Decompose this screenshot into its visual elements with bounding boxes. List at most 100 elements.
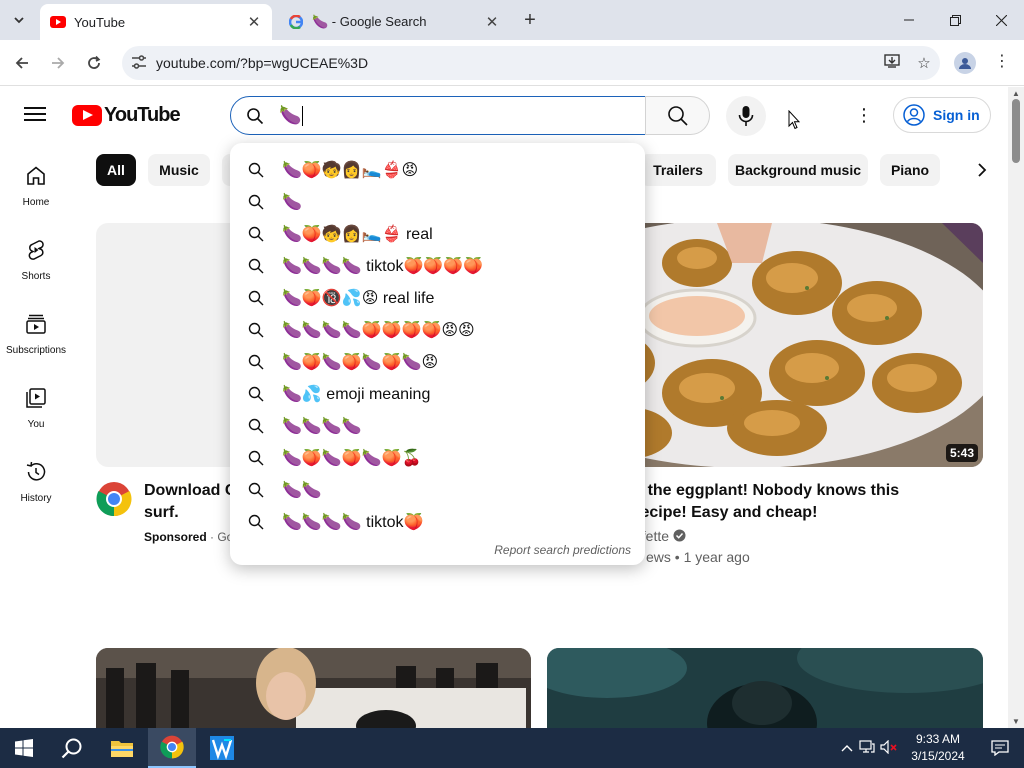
arrow-left-icon — [15, 57, 28, 69]
new-tab-button[interactable]: + — [518, 9, 542, 33]
suggestion-item[interactable]: 🍆 — [230, 186, 645, 218]
reload-icon — [88, 55, 101, 69]
search-query-text: 🍆 — [279, 105, 302, 125]
suggestion-item[interactable]: 🍆💦 emoji meaning — [230, 378, 645, 410]
scroll-down-icon[interactable]: ▼ — [1012, 717, 1020, 726]
arrow-right-icon — [52, 57, 65, 69]
settings-more-button[interactable]: ⋮ — [854, 104, 874, 128]
event-photo-image — [96, 648, 531, 728]
close-icon — [995, 14, 1007, 26]
video-metadata: ews • 1 year ago — [646, 549, 750, 565]
suggestion-text: 🍆🍑🧒👩🛌👙😡 — [282, 162, 419, 179]
suggestion-item[interactable]: 🍆🍑🍆🍑🍆🍑🍆😡 — [230, 346, 645, 378]
close-window-button[interactable] — [978, 0, 1024, 40]
chip-music[interactable]: Music — [148, 154, 210, 186]
suggestion-item[interactable]: 🍆🍆🍆🍆 tiktok🍑🍑🍑🍑 — [230, 250, 645, 282]
search-icon — [248, 514, 282, 530]
restore-button[interactable] — [932, 0, 978, 40]
video-thumbnail[interactable] — [96, 648, 531, 728]
suggestion-list: 🍆🍑🧒👩🛌👙😡 🍆 🍆🍑🧒👩🛌👙 real 🍆🍆🍆🍆 tiktok🍑🍑🍑🍑 🍆🍑🔞💦😡 … — [230, 154, 645, 538]
site-info-icon[interactable] — [122, 54, 156, 72]
browser-menu-button[interactable]: ⋮ — [994, 51, 1010, 75]
suggestion-text: 🍆 — [282, 194, 302, 211]
video-thumbnail[interactable] — [547, 648, 983, 728]
network-icon[interactable] — [856, 739, 878, 757]
tab-search-menu-button[interactable] — [6, 7, 32, 33]
profile-avatar-icon[interactable] — [954, 52, 976, 74]
suggestion-item[interactable]: 🍆🍆 — [230, 474, 645, 506]
minimize-button[interactable] — [886, 0, 932, 40]
suggestion-item[interactable]: 🍆🍑🧒👩🛌👙😡 — [230, 154, 645, 186]
guide-item-you[interactable]: You — [0, 372, 72, 442]
address-bar[interactable]: youtube.com/?bp=wgUCEAE%3D ☆ — [122, 46, 940, 80]
search-icon — [248, 226, 282, 242]
report-search-predictions-link[interactable]: Report search predictions — [494, 543, 631, 557]
chevron-down-icon — [14, 17, 24, 24]
close-tab-icon[interactable]: ✕ — [484, 13, 500, 31]
back-button[interactable] — [8, 49, 36, 77]
youtube-logo[interactable]: YouTube — [72, 104, 181, 127]
show-hidden-icons-chevron-icon[interactable] — [838, 741, 856, 755]
suggestion-item[interactable]: 🍆🍆🍆🍆🍑🍑🍑🍑😡😡 — [230, 314, 645, 346]
text-caret — [302, 105, 304, 126]
browser-toolbar: youtube.com/?bp=wgUCEAE%3D ☆ ⋮ — [0, 40, 1024, 86]
page-scrollbar[interactable]: ▲ ▼ — [1008, 87, 1024, 728]
chip-all[interactable]: All — [96, 154, 136, 186]
app-taskbar-button[interactable] — [198, 728, 246, 768]
search-suggestions-dropdown: 🍆🍑🧒👩🛌👙😡 🍆 🍆🍑🧒👩🛌👙 real 🍆🍆🍆🍆 tiktok🍑🍑🍑🍑 🍆🍑🔞💦😡 … — [230, 143, 645, 565]
suggestion-item[interactable]: 🍆🍆🍆🍆 tiktok🍑 — [230, 506, 645, 538]
guide-item-shorts[interactable]: Shorts — [0, 224, 72, 294]
sign-in-button[interactable]: Sign in — [893, 97, 991, 133]
search-input[interactable]: 🍆 — [230, 96, 646, 135]
forward-button[interactable] — [44, 49, 72, 77]
chip-piano[interactable]: Piano — [880, 154, 940, 186]
suggestion-item[interactable]: 🍆🍑🧒👩🛌👙 real — [230, 218, 645, 250]
suggestion-item[interactable]: 🍆🍑🔞💦😡 real life — [230, 282, 645, 314]
install-app-icon[interactable] — [876, 53, 908, 73]
url-text: youtube.com/?bp=wgUCEAE%3D — [156, 55, 369, 71]
subscriptions-icon — [26, 314, 46, 334]
suggestion-item[interactable]: 🍆🍑🍆🍑🍆🍑🍒 — [230, 442, 645, 474]
chip-background-music[interactable]: Background music — [728, 154, 868, 186]
youtube-favicon-icon — [50, 14, 66, 30]
animated-scene-image — [547, 648, 983, 728]
chip-next-button[interactable] — [966, 154, 998, 186]
voice-search-button[interactable] — [726, 96, 766, 136]
reload-button[interactable] — [80, 49, 108, 77]
google-favicon-icon — [288, 14, 304, 30]
taskbar-clock[interactable]: 9:33 AM 3/15/2024 — [898, 731, 978, 765]
clock-time: 9:33 AM — [915, 732, 961, 746]
tab-google-search[interactable]: 🍆 - Google Search ✕ — [278, 4, 510, 40]
search-button[interactable] — [645, 96, 710, 135]
ad-sponsored-line: Sponsored · Go — [144, 530, 233, 544]
browser-tab-strip: YouTube ✕ 🍆 - Google Search ✕ + — [0, 0, 1024, 40]
search-icon — [667, 105, 688, 126]
guide-label: History — [20, 493, 52, 504]
taskbar-search-button[interactable] — [48, 728, 96, 768]
scroll-up-icon[interactable]: ▲ — [1012, 89, 1020, 98]
search-icon — [248, 162, 282, 178]
sign-in-label: Sign in — [933, 107, 980, 123]
guide-item-home[interactable]: Home — [0, 150, 72, 220]
restore-icon — [949, 14, 961, 26]
search-icon — [248, 194, 282, 210]
action-center-button[interactable] — [976, 728, 1024, 768]
suggestion-text: 🍆🍑🔞💦😡 real life — [282, 290, 435, 307]
tab-youtube[interactable]: YouTube ✕ — [40, 4, 272, 40]
guide-label: You — [27, 419, 45, 430]
hamburger-menu-icon[interactable] — [24, 104, 46, 126]
guide-item-subscriptions[interactable]: Subscriptions — [0, 298, 72, 368]
bookmark-star-icon[interactable]: ☆ — [908, 54, 940, 72]
volume-muted-icon[interactable] — [878, 739, 900, 757]
youtube-play-icon — [72, 105, 102, 126]
suggestion-item[interactable]: 🍆🍆🍆🍆 — [230, 410, 645, 442]
close-tab-icon[interactable]: ✕ — [246, 13, 262, 31]
search-icon — [61, 738, 82, 759]
start-button[interactable] — [0, 728, 48, 768]
chip-trailers[interactable]: Trailers — [640, 154, 716, 186]
scrollbar-thumb[interactable] — [1012, 99, 1020, 163]
file-explorer-button[interactable] — [98, 728, 146, 768]
guide-item-history[interactable]: History — [0, 446, 72, 516]
suggestion-text: 🍆🍆🍆🍆 tiktok🍑🍑🍑🍑 — [282, 258, 484, 275]
chrome-taskbar-button[interactable] — [148, 728, 196, 768]
